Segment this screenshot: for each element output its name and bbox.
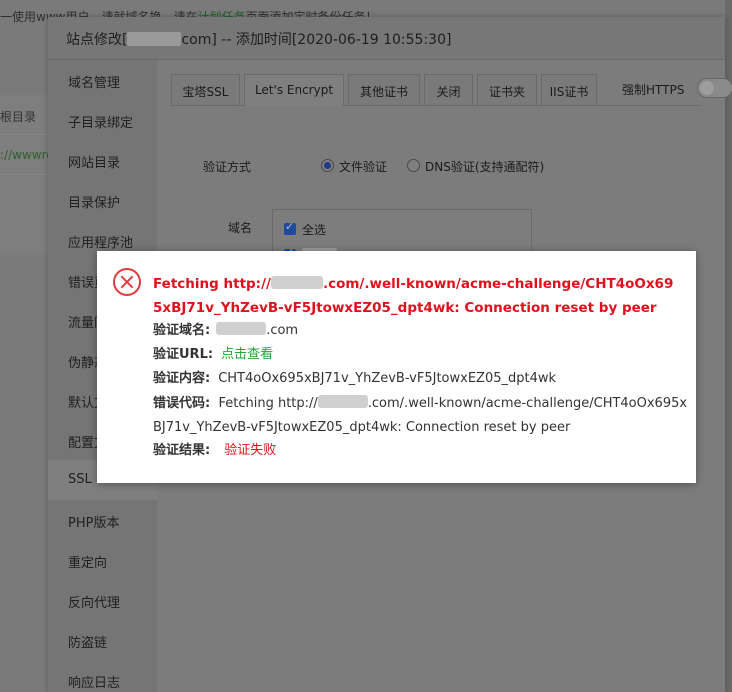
verify-result-row: 验证结果: 验证失败 [153, 439, 276, 463]
verify-url-row: 验证URL: 点击查看 [153, 343, 273, 367]
radio-file-verify[interactable] [321, 159, 334, 172]
tab-other-cert[interactable]: 其他证书 [348, 74, 420, 106]
background-table: 根目录 ://wwwro [0, 95, 48, 255]
modal-title: 站点修改[ com] -- 添加时间[2020-06-19 10:55:30] [48, 17, 725, 60]
modal-title-prefix: 站点修改[ [66, 32, 128, 48]
error-title-prefix: Fetching http:// [153, 276, 271, 292]
tab-baota-ssl[interactable]: 宝塔SSL [171, 74, 240, 106]
sidebar-item-2[interactable]: 网站目录 [48, 140, 157, 180]
verify-content-row: 验证内容: CHT4oOx695xBJ71v_YhZevB-vF5JtowxEZ0… [153, 367, 556, 391]
tab-close[interactable]: 关闭 [424, 74, 473, 106]
sidebar-item-14[interactable]: 防盗链 [48, 620, 157, 660]
sidebar-item-1[interactable]: 子目录绑定 [48, 100, 157, 140]
verify-domain-key: 验证域名: [153, 323, 211, 338]
select-all-checkbox[interactable] [284, 220, 296, 235]
error-code-row: 错误代码: Fetching http://.com/.well-known/a… [153, 392, 693, 440]
error-title: Fetching http://.com/.well-known/acme-ch… [153, 272, 681, 320]
verify-method-label: 验证方式 [203, 160, 252, 174]
domain-label: 域名 [228, 221, 253, 235]
modal-title-suffix: com] -- 添加时间[2020-06-19 10:55:30] [181, 32, 452, 48]
error-code-key: 错误代码: [153, 396, 211, 411]
tab-cert-folder[interactable]: 证书夹 [477, 74, 537, 106]
sidebar-item-13[interactable]: 反向代理 [48, 580, 157, 620]
background-scrollbar [725, 0, 732, 692]
error-dialog: Fetching http://.com/.well-known/acme-ch… [97, 251, 696, 483]
redacted-domain [317, 395, 368, 408]
verify-domain-row: 验证域名: .com [153, 319, 298, 343]
sidebar-item-15[interactable]: 响应日志 [48, 660, 157, 692]
redacted-domain [216, 322, 267, 335]
verify-result-key: 验证结果: [153, 443, 211, 458]
verify-url-key: 验证URL: [153, 347, 214, 362]
tab-iis-cert[interactable]: IIS证书 [541, 74, 597, 106]
radio-file-verify-label: 文件验证 [339, 160, 388, 174]
sidebar-item-11[interactable]: PHP版本 [48, 500, 157, 540]
error-code-prefix: Fetching http:// [218, 396, 318, 411]
select-all-label: 全选 [302, 223, 327, 237]
force-https-toggle[interactable] [697, 78, 732, 98]
verify-domain-value: .com [266, 323, 299, 338]
background-row-url: ://wwwro [0, 135, 48, 175]
verify-content-value: CHT4oOx695xBJ71v_YhZevB-vF5JtowxEZ05_dpt… [218, 371, 557, 386]
radio-dns-verify[interactable] [407, 159, 420, 172]
sidebar-item-0[interactable]: 域名管理 [48, 60, 157, 100]
error-circle-x-icon [113, 268, 141, 296]
sidebar-item-12[interactable]: 重定向 [48, 540, 157, 580]
tab-lets-encrypt[interactable]: Let's Encrypt [244, 74, 344, 106]
verify-url-link[interactable]: 点击查看 [221, 347, 273, 362]
sidebar-item-3[interactable]: 目录保护 [48, 180, 157, 220]
redacted-domain [127, 32, 182, 46]
verify-result-value: 验证失败 [224, 443, 277, 458]
background-row-root: 根目录 [0, 95, 48, 135]
radio-dns-verify-label: DNS验证(支持通配符) [425, 160, 545, 174]
verify-content-key: 验证内容: [153, 371, 211, 386]
redacted-domain [270, 276, 323, 289]
force-https-label: 强制HTTPS [622, 83, 685, 97]
